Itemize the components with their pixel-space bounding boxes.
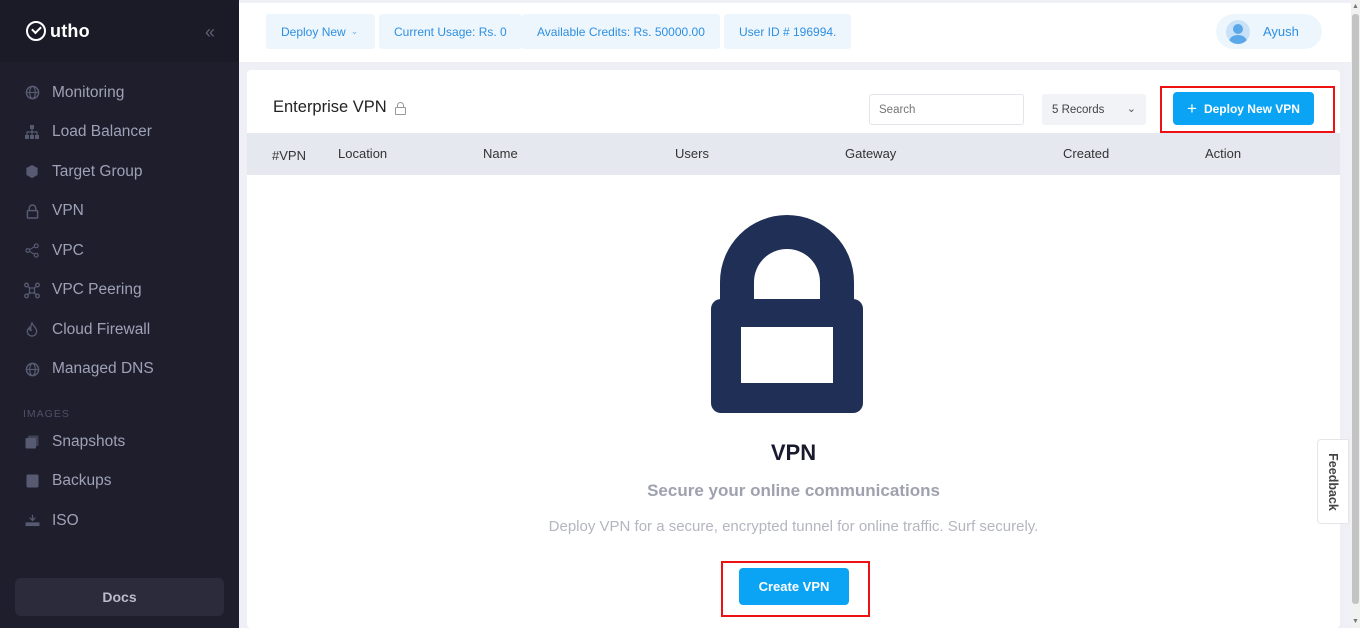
sidebar-item-label: Managed DNS	[52, 360, 154, 378]
sidebar-item-target-group[interactable]: Target Group	[0, 152, 239, 192]
sidebar-item-vpc[interactable]: VPC	[0, 231, 239, 271]
logo-area: utho «	[0, 0, 239, 62]
highlight-box	[721, 561, 870, 617]
avatar	[1226, 19, 1250, 44]
top-bar: Deploy New ⌄ Current Usage: Rs. 0 Availa…	[239, 3, 1351, 62]
share-icon	[24, 243, 40, 259]
current-usage[interactable]: Current Usage: Rs. 0	[379, 14, 522, 49]
scroll-up-icon[interactable]: ▲	[1352, 3, 1359, 10]
lock-icon	[711, 215, 863, 415]
chevron-down-icon: ⌄	[350, 26, 359, 36]
chevron-down-icon: ⌄	[1126, 103, 1136, 115]
column-header: #VPN	[272, 148, 306, 163]
sidebar-item-monitoring[interactable]: Monitoring	[0, 73, 239, 113]
docs-button[interactable]: Docs	[15, 578, 224, 616]
collapse-sidebar-icon[interactable]: «	[205, 22, 215, 43]
sidebar-item-label: Monitoring	[52, 83, 125, 101]
sidebar-item-label: Load Balancer	[52, 123, 152, 141]
sidebar-item-label: Target Group	[52, 162, 143, 180]
vpn-card: Enterprise VPN 5 Records ⌄ + Deploy New …	[247, 70, 1340, 628]
backup-icon	[24, 473, 40, 489]
sidebar-item-label: ISO	[52, 511, 79, 529]
brand-logo[interactable]: utho	[26, 21, 90, 42]
sidebar: utho « Monitoring Load Balancer Target G…	[0, 0, 239, 628]
available-credits[interactable]: Available Credits: Rs. 50000.00	[522, 14, 720, 49]
scrollbar[interactable]: ▲ ▼	[1351, 0, 1360, 628]
sidebar-item-vpc-peering[interactable]: VPC Peering	[0, 271, 239, 311]
deploy-new-dropdown[interactable]: Deploy New ⌄	[266, 14, 375, 49]
column-header: Name	[483, 146, 518, 161]
table-header: #VPN Location Name Users Gateway Created…	[247, 133, 1340, 175]
search-input[interactable]	[869, 94, 1024, 125]
fire-icon	[24, 322, 40, 338]
empty-description: Deploy VPN for a secure, encrypted tunne…	[548, 518, 1039, 535]
load-balancer-icon	[24, 124, 40, 140]
sidebar-item-label: Snapshots	[52, 432, 126, 450]
sidebar-item-managed-dns[interactable]: Managed DNS	[0, 350, 239, 390]
sidebar-item-label: Cloud Firewall	[52, 320, 151, 338]
cube-icon	[24, 164, 40, 180]
sidebar-nav: Monitoring Load Balancer Target Group VP…	[0, 62, 239, 541]
column-header: Users	[675, 146, 709, 161]
records-select[interactable]: 5 Records ⌄	[1042, 94, 1146, 125]
globe-icon	[24, 85, 40, 101]
highlight-box	[1160, 86, 1335, 133]
sidebar-item-vpn[interactable]: VPN	[0, 192, 239, 232]
scroll-down-icon[interactable]: ▼	[1352, 618, 1359, 625]
utho-logo-icon	[26, 21, 46, 41]
sidebar-item-backups[interactable]: Backups	[0, 462, 239, 502]
user-id[interactable]: User ID # 196994.	[724, 14, 852, 49]
sidebar-item-load-balancer[interactable]: Load Balancer	[0, 113, 239, 153]
feedback-label: Feedback	[1326, 452, 1341, 511]
empty-subheading: Secure your online communications	[647, 481, 940, 500]
sidebar-item-snapshots[interactable]: Snapshots	[0, 422, 239, 462]
empty-heading: VPN	[770, 440, 817, 465]
page-title: Enterprise VPN	[273, 98, 406, 117]
lock-icon	[394, 101, 406, 115]
page-title-text: Enterprise VPN	[273, 98, 387, 116]
iso-icon	[24, 513, 40, 529]
sidebar-item-cloud-firewall[interactable]: Cloud Firewall	[0, 310, 239, 350]
scrollbar-thumb[interactable]	[1352, 14, 1359, 604]
column-header: Action	[1205, 146, 1242, 161]
column-header: Gateway	[845, 146, 897, 161]
snapshot-icon	[24, 434, 40, 450]
section-title-images: IMAGES	[23, 408, 70, 420]
globe-icon	[24, 361, 40, 377]
sidebar-item-label: VPC Peering	[52, 281, 142, 299]
column-header: Location	[338, 146, 388, 161]
brand-name: utho	[50, 20, 90, 41]
sidebar-item-label: Backups	[52, 472, 112, 490]
lock-icon	[24, 203, 40, 219]
user-name: Ayush	[1263, 24, 1299, 39]
feedback-tab[interactable]: Feedback	[1317, 439, 1349, 524]
records-value: 5 Records	[1052, 103, 1105, 116]
column-header: Created	[1063, 146, 1110, 161]
deploy-new-label: Deploy New	[281, 24, 346, 39]
sidebar-item-label: VPC	[52, 241, 84, 259]
sidebar-item-label: VPN	[52, 202, 84, 220]
sidebar-item-iso[interactable]: ISO	[0, 501, 239, 541]
network-icon	[24, 282, 40, 299]
user-menu[interactable]: Ayush	[1216, 14, 1322, 49]
